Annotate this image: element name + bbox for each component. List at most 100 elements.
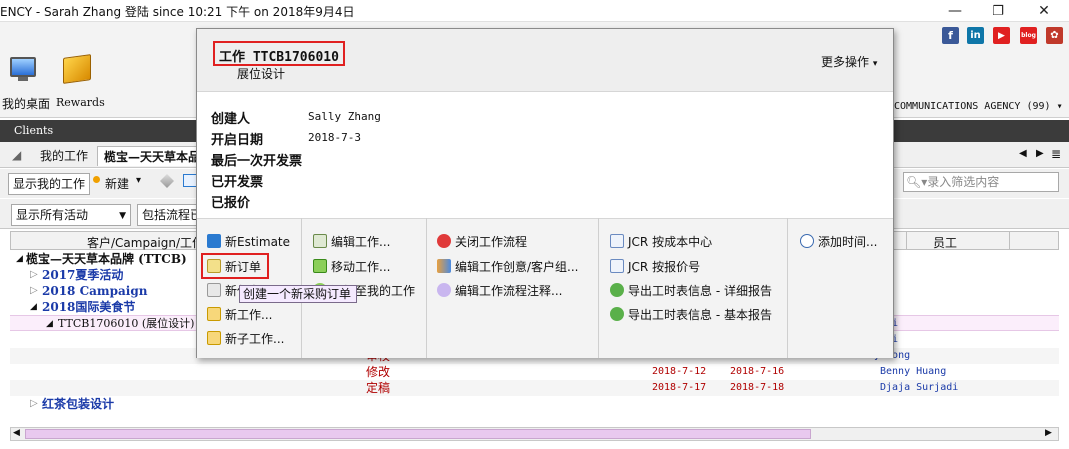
export-detail-label: 导出工时表信息 - 详细报告 <box>628 283 772 298</box>
export-icon <box>610 307 624 321</box>
team-icon <box>437 259 451 273</box>
employee-cell: Djaja Surjadi <box>880 382 959 393</box>
rewards-icon[interactable] <box>63 54 93 86</box>
table-row[interactable]: 定稿 2018-7-17 2018-7-18 Djaja Surjadi <box>10 380 1059 396</box>
column-client[interactable]: 客户/Campaign/工作 <box>87 234 204 251</box>
add-time-item[interactable]: 添加时间... <box>800 232 877 250</box>
collapse-arrow-icon[interactable]: ◢ <box>16 251 23 267</box>
clock-icon <box>800 234 814 248</box>
chevron-down-icon: ▾ <box>872 59 878 69</box>
new-order-highlight <box>201 253 269 279</box>
add-time-label: 添加时间... <box>818 234 878 249</box>
weibo-icon[interactable]: ✿ <box>1046 27 1063 44</box>
start-date-cell: 2018-7-12 <box>652 366 707 377</box>
move-job-item[interactable]: 移动工作... <box>313 257 390 275</box>
export-detail-item[interactable]: 导出工时表信息 - 详细报告 <box>610 281 772 299</box>
info-label-last-invoice: 最后一次开发票 <box>211 154 303 169</box>
job-title: 工作 TTCB1706010 <box>213 41 345 66</box>
expand-arrow-icon[interactable]: ▷ <box>30 396 38 412</box>
linkedin-icon[interactable]: in <box>967 27 984 44</box>
close-flow-item[interactable]: 关闭工作流程 <box>437 232 527 250</box>
section-title: Clients <box>14 124 54 137</box>
export-basic-item[interactable]: 导出工时表信息 - 基本报告 <box>610 305 772 323</box>
tree-label: 2018 Campaign <box>42 284 148 298</box>
chevron-down-icon[interactable]: ▾ <box>136 175 141 186</box>
tab-prev-icon[interactable]: ◀ <box>1019 148 1027 159</box>
info-value-creator: Sally Zhang <box>308 110 381 123</box>
collapse-arrow-icon[interactable]: ◢ <box>46 316 53 332</box>
expand-arrow-icon[interactable]: ▷ <box>30 283 38 299</box>
divider <box>426 218 427 358</box>
tab-my-jobs[interactable]: 我的工作 <box>34 146 94 166</box>
tab-menu-icon[interactable]: ≣ <box>1051 147 1061 161</box>
rewards-label[interactable]: Rewards <box>56 96 105 109</box>
jcr-cost-center-item[interactable]: JCR 按成本中心 <box>610 232 712 250</box>
task-cell: 修改 <box>366 365 391 379</box>
edit-creative-item[interactable]: 编辑工作创意/客户组... <box>437 257 579 275</box>
info-value-open-date: 2018-7-3 <box>308 131 361 144</box>
scroll-right-icon[interactable]: ▶ <box>1045 428 1052 438</box>
new-job-item[interactable]: 新工作... <box>207 305 272 323</box>
column-divider <box>906 232 907 249</box>
desktop-label[interactable]: 我的桌面 <box>2 95 50 112</box>
info-label-open-date: 开启日期 <box>211 133 264 148</box>
youtube-icon[interactable]: ▶ <box>993 27 1010 44</box>
subjob-icon <box>207 331 221 345</box>
expand-arrow-icon[interactable]: ▷ <box>30 267 38 283</box>
popup-header: 工作 TTCB1706010 展位设计 更多操作 ▾ <box>197 29 893 92</box>
edit-flow-notes-item[interactable]: 编辑工作流程注释... <box>437 281 562 299</box>
agency-name: COMMUNICATIONS AGENCY (99) <box>894 101 1051 112</box>
chevron-down-icon: ▼ <box>119 211 126 221</box>
new-estimate-label: 新Estimate <box>225 234 291 249</box>
blog-icon[interactable]: blog <box>1020 27 1037 44</box>
tree-row[interactable]: ▷ 红茶包装设计 <box>10 396 1059 412</box>
stop-icon <box>437 234 451 248</box>
window-title: ENCY - Sarah Zhang 登陆 since 10:21 下午 on … <box>0 5 355 19</box>
close-button[interactable]: ✕ <box>1021 0 1067 22</box>
table-row[interactable]: 修改 2018-7-12 2018-7-16 Benny Huang <box>10 364 1059 380</box>
more-ops-menu[interactable]: 更多操作 ▾ <box>821 53 877 70</box>
scroll-left-icon[interactable]: ◀ <box>13 428 20 438</box>
new-button[interactable]: 新建 <box>105 175 129 192</box>
activity-filter-select[interactable]: 显示所有活动 ▼ <box>11 204 131 226</box>
include-flow-select[interactable]: 包括流程已 <box>137 204 197 226</box>
task-cell: 定稿 <box>366 381 391 395</box>
show-my-jobs-button[interactable]: 显示我的工作 <box>8 173 91 195</box>
minimize-button[interactable]: — <box>932 0 978 22</box>
jcr-quote-item[interactable]: JCR 按报价号 <box>610 257 700 275</box>
view-icon[interactable] <box>183 174 197 187</box>
edit-job-label: 编辑工作... <box>331 234 391 249</box>
close-flow-label: 关闭工作流程 <box>455 234 528 249</box>
horizontal-scrollbar[interactable]: ◀ ▶ <box>10 427 1059 441</box>
maximize-button[interactable]: ❐ <box>975 0 1021 22</box>
divider <box>787 218 788 358</box>
edit-creative-label: 编辑工作创意/客户组... <box>455 259 579 274</box>
column-employee[interactable]: 员工 <box>933 234 957 251</box>
export-icon <box>610 283 624 297</box>
more-ops-label: 更多操作 <box>821 55 870 69</box>
desktop-icon[interactable] <box>10 57 38 85</box>
scrollbar-thumb[interactable] <box>25 429 811 439</box>
tab-next-icon[interactable]: ▶ <box>1036 148 1044 159</box>
new-subjob-item[interactable]: 新子工作... <box>207 329 284 347</box>
tab-client[interactable]: 榄宝—天天草本品 <box>97 146 198 166</box>
column-divider <box>1009 232 1010 249</box>
employee-cell: Benny Huang <box>880 366 947 377</box>
search-input[interactable]: 🔍︎▾录入筛选内容 <box>903 172 1059 192</box>
tree-label: 2017夏季活动 <box>42 268 124 282</box>
jcr-cost-center-label: JCR 按成本中心 <box>628 234 713 249</box>
info-label-invoiced: 已开发票 <box>211 175 264 190</box>
tab-scroll-icon[interactable]: ◢ <box>12 148 21 162</box>
agency-selector[interactable]: COMMUNICATIONS AGENCY (99) ▾ <box>894 101 1063 112</box>
tree-label: 红茶包装设计 <box>42 397 115 411</box>
facebook-icon[interactable]: f <box>942 27 959 44</box>
info-label-creator: 创建人 <box>211 112 251 127</box>
collapse-arrow-icon[interactable]: ◢ <box>30 299 37 315</box>
chevron-down-icon: ▾ <box>1056 101 1063 112</box>
job-subtitle: 展位设计 <box>237 67 286 81</box>
report-icon <box>610 234 624 248</box>
edit-job-item[interactable]: 编辑工作... <box>313 232 390 250</box>
end-date-cell: 2018-7-16 <box>730 366 785 377</box>
task-icon <box>207 283 221 297</box>
new-estimate-item[interactable]: 新Estimate <box>207 232 290 250</box>
